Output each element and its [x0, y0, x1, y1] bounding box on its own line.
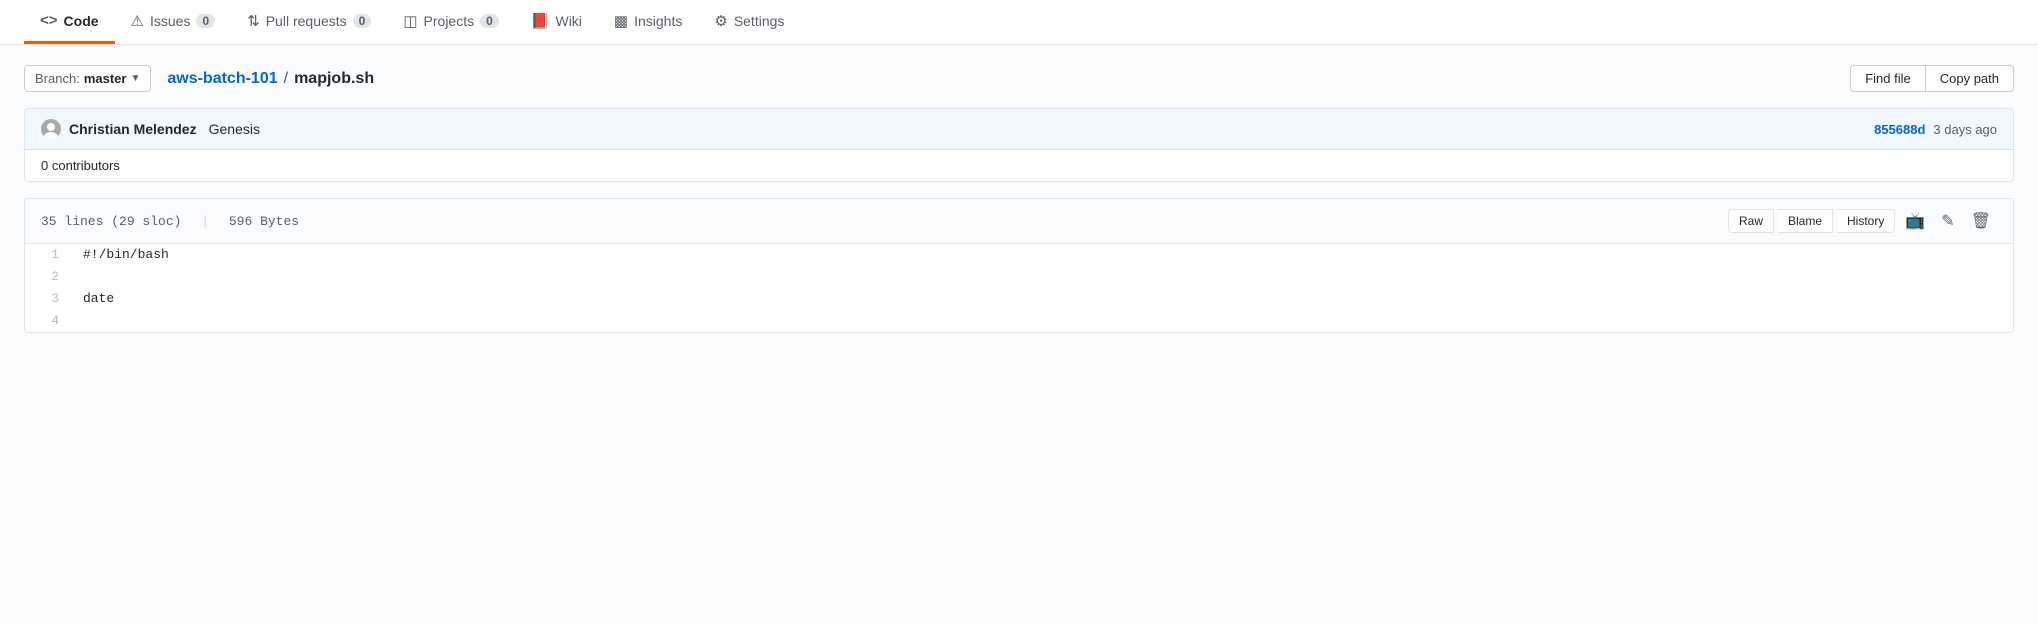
contributors-bar: 0 contributors — [25, 150, 2013, 181]
history-button[interactable]: History — [1837, 209, 1895, 233]
commit-hash-link[interactable]: 855688d — [1874, 122, 1925, 137]
table-row: 2 — [25, 266, 2013, 288]
tab-pull-requests[interactable]: ⇅ Pull requests 0 — [231, 0, 387, 44]
copy-path-button[interactable]: Copy path — [1926, 65, 2014, 92]
settings-icon: ⚙ — [714, 12, 727, 30]
line-content: #!/bin/bash — [75, 244, 2013, 266]
wiki-icon: 📕 — [531, 12, 550, 30]
line-number: 2 — [25, 266, 75, 288]
line-number: 4 — [25, 310, 75, 332]
branch-selector[interactable]: Branch: master ▼ — [24, 65, 151, 92]
file-toolbar-buttons: Find file Copy path — [1850, 65, 2014, 92]
tab-issues[interactable]: ⚠ Issues 0 — [115, 0, 232, 44]
line-content: date — [75, 288, 2013, 310]
issues-icon: ⚠ — [131, 12, 144, 30]
blame-button[interactable]: Blame — [1778, 209, 1833, 233]
desktop-icon[interactable]: 📺 — [1899, 207, 1931, 235]
pr-badge: 0 — [353, 14, 372, 28]
table-row: 1 #!/bin/bash — [25, 244, 2013, 266]
tab-projects[interactable]: ◫ Projects 0 — [387, 0, 514, 44]
file-lines: 35 lines (29 sloc) — [41, 214, 181, 229]
code-icon: <> — [40, 12, 58, 29]
tab-settings[interactable]: ⚙ Settings — [698, 0, 800, 44]
raw-button[interactable]: Raw — [1728, 209, 1774, 233]
tab-code[interactable]: <> Code — [24, 0, 115, 44]
commit-author-info: Christian Melendez Genesis — [41, 119, 260, 139]
file-meta: 35 lines (29 sloc) | 596 Bytes — [41, 214, 299, 229]
file-viewer-header: 35 lines (29 sloc) | 596 Bytes Raw Blame… — [25, 199, 2013, 244]
commit-time: 3 days ago — [1933, 122, 1997, 137]
line-content — [75, 266, 2013, 288]
line-number: 3 — [25, 288, 75, 310]
tab-wiki[interactable]: 📕 Wiki — [515, 0, 598, 44]
find-file-button[interactable]: Find file — [1850, 65, 1926, 92]
breadcrumb-section: Branch: master ▼ aws-batch-101 / mapjob.… — [24, 65, 374, 92]
tab-insights[interactable]: ▩ Insights — [598, 0, 698, 44]
file-size: 596 Bytes — [229, 214, 299, 229]
action-bar: Branch: master ▼ aws-batch-101 / mapjob.… — [24, 65, 2014, 92]
avatar — [41, 119, 61, 139]
table-row: 3 date — [25, 288, 2013, 310]
file-meta-separator: | — [201, 214, 209, 229]
line-content — [75, 310, 2013, 332]
nav-tabs: <> Code ⚠ Issues 0 ⇅ Pull requests 0 ◫ P… — [0, 0, 2038, 45]
commit-header: Christian Melendez Genesis 855688d 3 day… — [25, 109, 2013, 150]
file-viewer: 35 lines (29 sloc) | 596 Bytes Raw Blame… — [24, 198, 2014, 333]
breadcrumb-repo-link[interactable]: aws-batch-101 — [167, 70, 277, 88]
breadcrumb: aws-batch-101 / mapjob.sh — [167, 70, 374, 88]
commit-message: Genesis — [209, 121, 260, 137]
commit-meta: 855688d 3 days ago — [1874, 122, 1997, 137]
breadcrumb-separator: / — [284, 70, 288, 88]
file-actions: Raw Blame History 📺 ✎ 🗑 — [1728, 207, 1997, 235]
projects-icon: ◫ — [403, 12, 417, 30]
commit-author-name: Christian Melendez — [69, 121, 197, 137]
pr-icon: ⇅ — [247, 12, 260, 30]
chevron-down-icon: ▼ — [130, 73, 140, 84]
line-number: 1 — [25, 244, 75, 266]
projects-badge: 0 — [480, 14, 499, 28]
issues-badge: 0 — [196, 14, 215, 28]
commit-box: Christian Melendez Genesis 855688d 3 day… — [24, 108, 2014, 182]
code-table: 1 #!/bin/bash 2 3 date 4 — [25, 244, 2013, 332]
insights-icon: ▩ — [614, 12, 628, 30]
delete-icon[interactable]: 🗑 — [1965, 207, 1997, 235]
main-content: Branch: master ▼ aws-batch-101 / mapjob.… — [0, 45, 2038, 625]
table-row: 4 — [25, 310, 2013, 332]
contributors-count: 0 — [41, 158, 48, 173]
breadcrumb-file: mapjob.sh — [294, 70, 374, 88]
edit-icon[interactable]: ✎ — [1935, 207, 1960, 235]
